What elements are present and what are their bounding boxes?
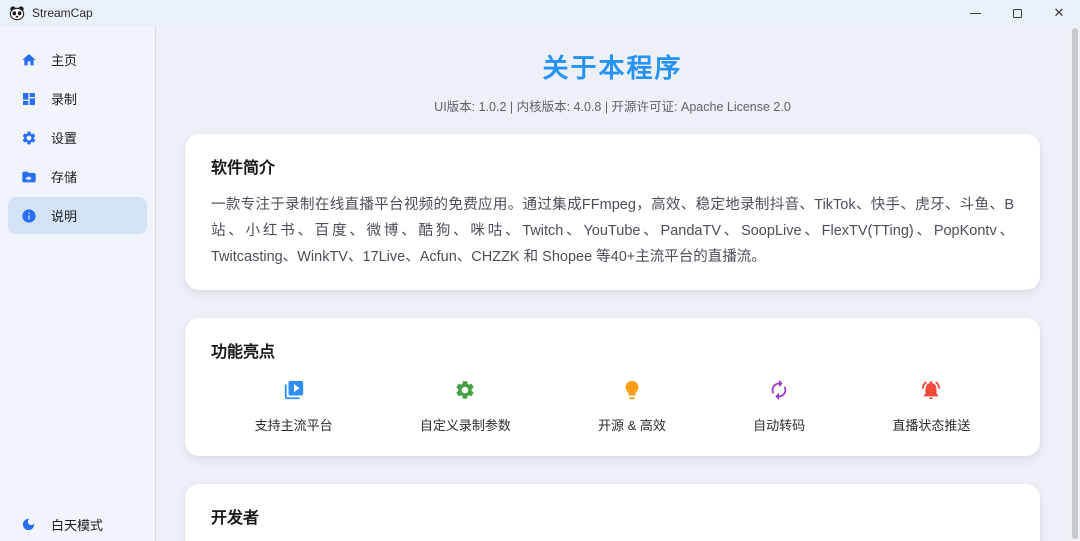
features-card-title: 功能亮点 — [211, 338, 1014, 362]
bell-icon — [920, 379, 942, 401]
feature-label: 开源 & 高效 — [598, 415, 666, 434]
home-icon — [21, 52, 37, 68]
sidebar-item-record[interactable]: 录制 — [8, 80, 147, 117]
info-icon — [21, 208, 37, 224]
sidebar-item-label: 录制 — [51, 89, 77, 108]
settings-icon — [21, 130, 37, 146]
version-info: UI版本: 1.0.2 | 内核版本: 4.0.8 | 开源许可证: Apach… — [185, 96, 1040, 115]
video-library-icon — [283, 379, 305, 401]
close-button[interactable]: ✕ — [1038, 0, 1080, 26]
sidebar: 主页 录制 设置 存储 说明 白天模式 — [0, 26, 156, 541]
intro-card-body: 一款专注于录制在线直播平台视频的免费应用。通过集成FFmpeg，高效、稳定地录制… — [211, 193, 1014, 270]
feature-opensource: 开源 & 高效 — [598, 379, 666, 434]
page-title: 关于本程序 — [185, 48, 1040, 85]
intro-card: 软件简介 一款专注于录制在线直播平台视频的免费应用。通过集成FFmpeg，高效、… — [185, 134, 1040, 290]
feature-custom-params: 自定义录制参数 — [420, 379, 511, 434]
theme-toggle-label: 白天模式 — [51, 515, 103, 534]
scrollbar-track[interactable] — [1071, 26, 1080, 541]
moon-icon — [21, 517, 36, 532]
developers-card-title: 开发者 — [211, 504, 1014, 528]
scrollbar-thumb[interactable] — [1072, 28, 1078, 539]
app-logo-panda-icon — [9, 5, 25, 21]
feature-label: 自动转码 — [753, 415, 805, 434]
developers-card: 开发者 Hmily 作者 — [185, 484, 1040, 541]
feature-platforms: 支持主流平台 — [255, 379, 333, 434]
sidebar-item-label: 存储 — [51, 167, 77, 186]
feature-live-status: 直播状态推送 — [892, 379, 970, 434]
feature-transcode: 自动转码 — [753, 379, 805, 434]
theme-toggle[interactable]: 白天模式 — [0, 503, 155, 541]
features-row: 支持主流平台 自定义录制参数 开源 & 高效 自动转码 直播状态推送 — [211, 379, 1014, 436]
sidebar-item-home[interactable]: 主页 — [8, 41, 147, 78]
sidebar-item-label: 主页 — [51, 50, 77, 69]
storage-icon — [21, 169, 37, 185]
feature-label: 自定义录制参数 — [420, 415, 511, 434]
titlebar: StreamCap ✕ — [0, 0, 1080, 26]
window-title: StreamCap — [32, 6, 93, 20]
minimize-button[interactable] — [954, 0, 996, 26]
gear-icon — [454, 379, 476, 401]
window-controls: ✕ — [954, 0, 1080, 26]
intro-card-title: 软件简介 — [211, 154, 1014, 178]
feature-label: 支持主流平台 — [255, 415, 333, 434]
sidebar-item-storage[interactable]: 存储 — [8, 158, 147, 195]
sync-icon — [768, 379, 790, 401]
close-icon: ✕ — [1054, 5, 1065, 21]
sidebar-item-label: 设置 — [51, 128, 77, 147]
minimize-icon — [970, 13, 981, 14]
features-card: 功能亮点 支持主流平台 自定义录制参数 开源 & 高效 自动转码 — [185, 318, 1040, 456]
sidebar-item-settings[interactable]: 设置 — [8, 119, 147, 156]
lightbulb-icon — [621, 379, 643, 401]
maximize-button[interactable] — [996, 0, 1038, 26]
about-page: 关于本程序 UI版本: 1.0.2 | 内核版本: 4.0.8 | 开源许可证:… — [156, 26, 1080, 541]
feature-label: 直播状态推送 — [892, 415, 970, 434]
sidebar-item-label: 说明 — [51, 206, 77, 225]
sidebar-item-about[interactable]: 说明 — [8, 197, 147, 234]
maximize-icon — [1013, 9, 1022, 18]
record-icon — [21, 91, 37, 107]
